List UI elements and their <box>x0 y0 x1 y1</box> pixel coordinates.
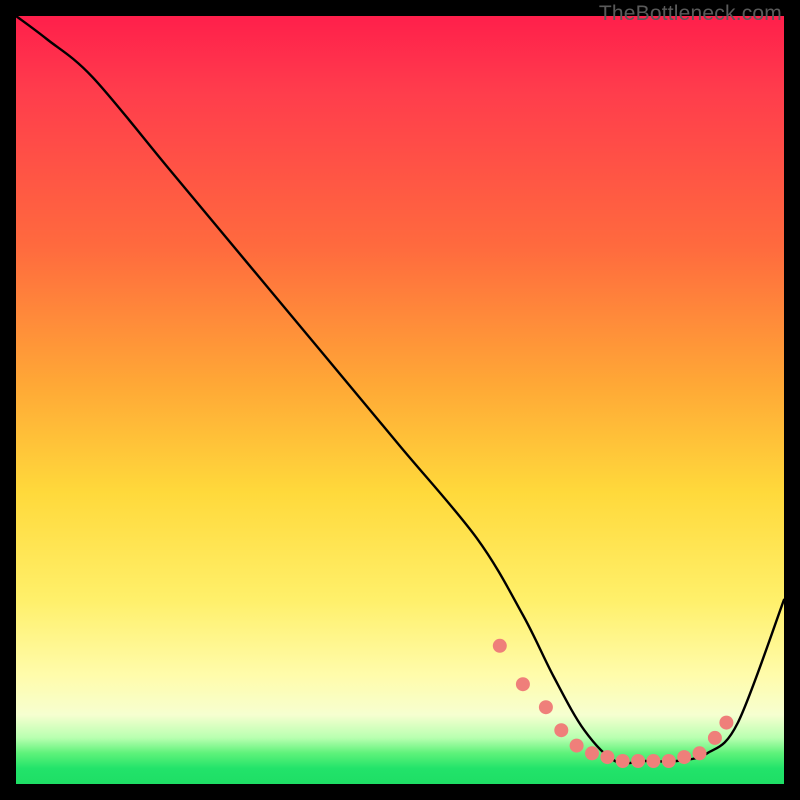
chart-svg <box>16 16 784 784</box>
marker-dot <box>719 716 733 730</box>
curve-line <box>16 16 784 763</box>
marker-dot <box>554 723 568 737</box>
marker-dot <box>631 754 645 768</box>
marker-dot <box>708 731 722 745</box>
marker-dot <box>600 750 614 764</box>
curve-markers <box>493 639 734 768</box>
marker-dot <box>585 746 599 760</box>
marker-dot <box>677 750 691 764</box>
marker-dot <box>493 639 507 653</box>
marker-dot <box>516 677 530 691</box>
marker-dot <box>539 700 553 714</box>
marker-dot <box>616 754 630 768</box>
marker-dot <box>570 739 584 753</box>
marker-dot <box>662 754 676 768</box>
marker-dot <box>646 754 660 768</box>
marker-dot <box>693 746 707 760</box>
